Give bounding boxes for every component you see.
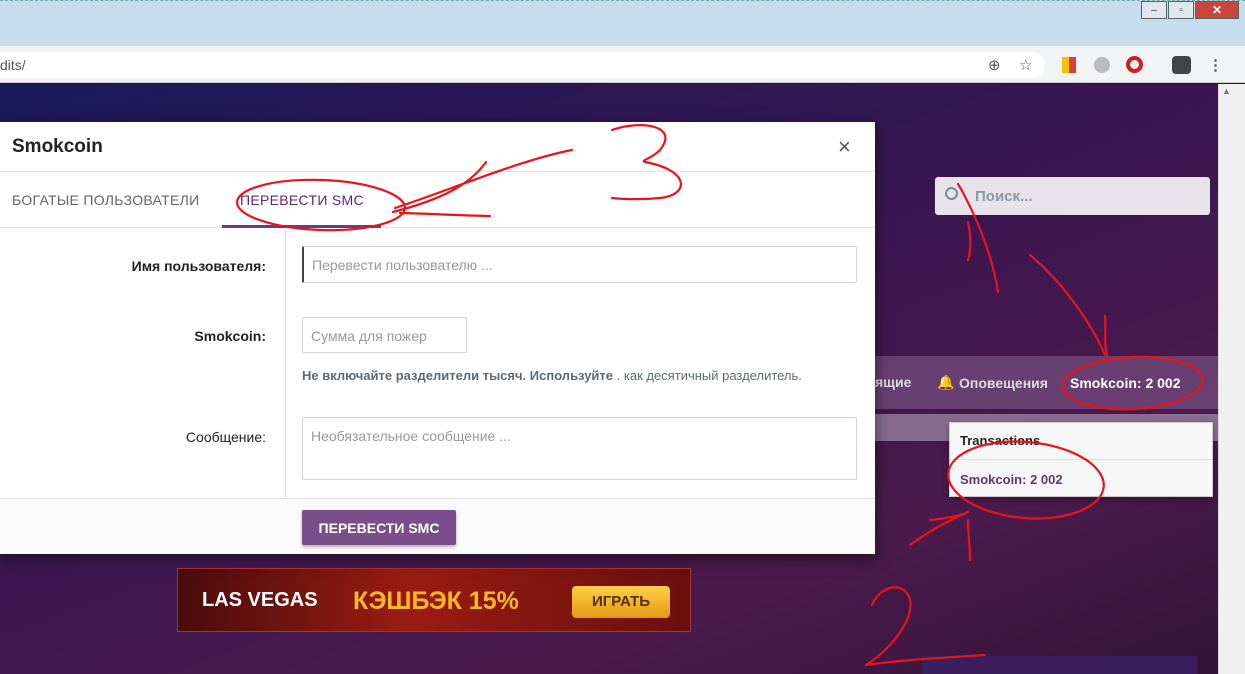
dropdown-title: Transactions — [960, 433, 1041, 448]
url-field[interactable]: dits/ — [0, 52, 1045, 78]
username-input[interactable]: Перевести пользователю ... — [302, 246, 857, 283]
banner-logo: LAS VEGAS — [202, 589, 318, 611]
tab-rich-users[interactable]: БОГАТЫЕ ПОЛЬЗОВАТЕЛИ — [12, 192, 199, 208]
extension-opera-icon[interactable] — [1126, 56, 1143, 73]
bookmark-star-icon[interactable]: ☆ — [1019, 56, 1032, 74]
transactions-dropdown: Transactions Smokcoin: 2 002 — [949, 422, 1213, 497]
address-bar-row: dits/ — [0, 46, 1245, 83]
browser-menu-icon[interactable]: ⋮ — [1208, 56, 1223, 74]
profile-avatar-icon[interactable] — [1172, 56, 1191, 74]
window-titlebar: – ▫ ✕ — [0, 0, 1245, 46]
modal-header: Smokcoin × — [0, 122, 875, 172]
zoom-icon[interactable]: ⊕ — [988, 56, 1001, 74]
bell-icon: 🔔 — [937, 374, 955, 390]
message-textarea[interactable]: Необязательное сообщение ... — [302, 417, 857, 480]
modal-footer: ПЕРЕВЕСТИ SMC — [0, 498, 875, 554]
banner-play-button[interactable]: ИГРАТЬ — [572, 586, 670, 618]
search-input[interactable]: Поиск... — [975, 188, 1033, 205]
amount-hint: Не включайте разделители тысяч. Использу… — [302, 368, 802, 383]
casino-banner[interactable]: LAS VEGAS КЭШБЭК 15% ИГРАТЬ — [177, 568, 691, 632]
amount-label: Smokcoin: — [194, 328, 266, 344]
maximize-button[interactable]: ▫ — [1168, 1, 1194, 19]
extension-flag-icon[interactable] — [1062, 57, 1076, 73]
tab-transfer-smc[interactable]: ПЕРЕВЕСТИ SMC — [240, 192, 364, 208]
divider — [950, 459, 1212, 460]
window-close-button[interactable]: ✕ — [1195, 1, 1239, 19]
banner-text: КЭШБЭК 15% — [353, 587, 519, 615]
smokcoin-modal: Smokcoin × БОГАТЫЕ ПОЛЬЗОВАТЕЛИ ПЕРЕВЕСТ… — [0, 122, 875, 554]
nav-item-partial[interactable]: ящие — [875, 374, 911, 390]
extension-globe-icon[interactable] — [1094, 57, 1110, 73]
username-label: Имя пользователя: — [131, 258, 266, 274]
dropdown-item-balance[interactable]: Smokcoin: 2 002 — [960, 472, 1063, 487]
nav-item-alerts[interactable]: Оповещения — [959, 375, 1048, 391]
hint-bold: Не включайте разделители тысяч. Использу… — [302, 368, 614, 383]
window-controls: – ▫ ✕ — [1140, 1, 1239, 19]
transfer-smc-button[interactable]: ПЕРЕВЕСТИ SMC — [302, 510, 456, 545]
modal-tabs: БОГАТЫЕ ПОЛЬЗОВАТЕЛИ ПЕРЕВЕСТИ SMC — [0, 172, 875, 228]
message-label: Сообщение: — [185, 429, 266, 445]
scroll-up-icon[interactable]: ▲ — [1222, 86, 1231, 96]
scrollbar[interactable] — [1218, 84, 1245, 674]
hint-rest: . как десятичный разделитель. — [613, 368, 802, 383]
search-icon — [945, 187, 958, 200]
nav-item-smokcoin-balance[interactable]: Smokcoin: 2 002 — [1070, 375, 1181, 391]
corner-image — [922, 656, 1197, 674]
search-box[interactable]: Поиск... — [935, 177, 1210, 215]
close-icon[interactable]: × — [838, 134, 851, 160]
modal-title: Smokcoin — [12, 136, 103, 157]
amount-input[interactable]: Сумма для пожер — [302, 317, 467, 353]
minimize-button[interactable]: – — [1141, 1, 1167, 19]
